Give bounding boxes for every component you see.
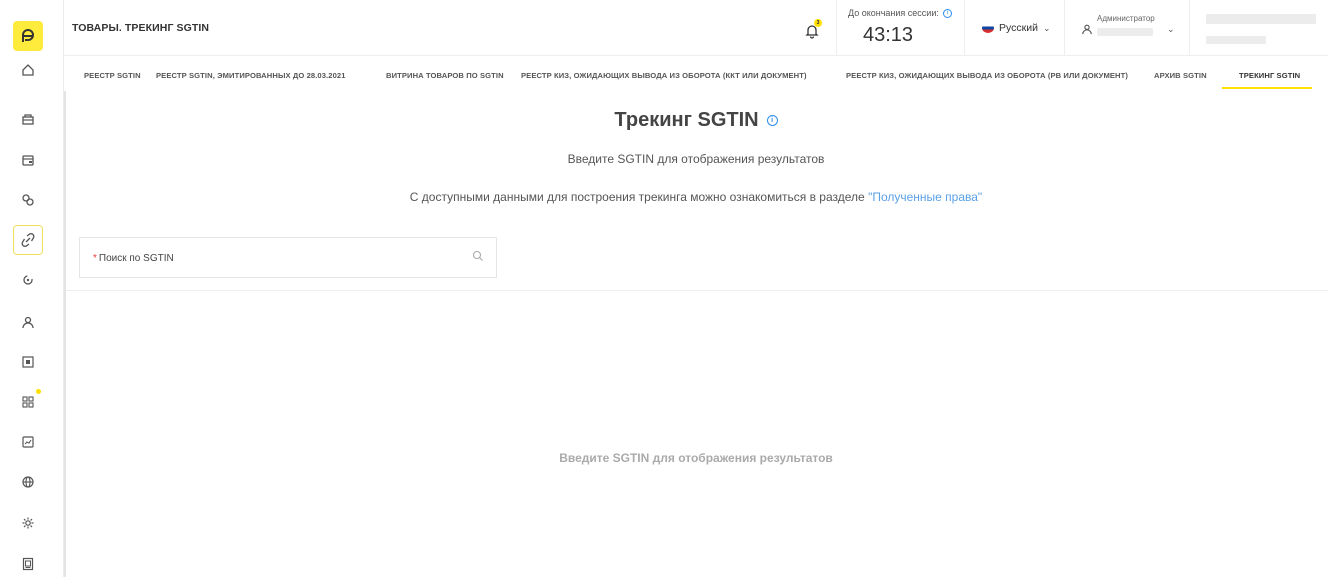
user-icon[interactable]: [13, 307, 43, 337]
required-mark: *: [93, 253, 97, 264]
info-icon[interactable]: i: [766, 115, 778, 126]
scan-icon[interactable]: [13, 265, 43, 295]
page-subtitle: Введите SGTIN для отображения результато…: [567, 152, 825, 166]
header-divider: [836, 0, 837, 56]
organization-id-redacted: [1206, 36, 1266, 44]
rights-info: С доступными данными для построения трек…: [64, 190, 1328, 204]
user-icon: [1082, 24, 1092, 35]
user-name-redacted: [1097, 28, 1153, 36]
notification-dot: [36, 389, 41, 394]
qr-code-icon[interactable]: [13, 347, 43, 377]
user-role: Администратор: [1097, 14, 1155, 23]
globe-icon[interactable]: [13, 467, 43, 497]
tab-sgtin-emitted-before[interactable]: РЕЕСТР SGTIN, ЭМИТИРОВАННЫХ ДО 28.03.202…: [156, 71, 346, 80]
session-timer-text: До окончания сессии:: [848, 8, 939, 18]
wallet-icon[interactable]: [13, 145, 43, 175]
user-menu[interactable]: Администратор ⌄: [1081, 14, 1181, 44]
chevron-down-icon: ⌄: [1167, 24, 1175, 34]
page-title: ТОВАРЫ. ТРЕКИНГ SGTIN: [72, 22, 210, 34]
active-tab-indicator: [1222, 87, 1312, 89]
session-timer-value: 43:13: [863, 24, 914, 46]
search-icon[interactable]: [472, 250, 484, 262]
header-divider: [964, 0, 965, 56]
tab-goods-showcase[interactable]: ВИТРИНА ТОВАРОВ ПО SGTIN: [386, 71, 504, 80]
gear-icon[interactable]: [13, 508, 43, 538]
received-rights-link[interactable]: "Полученные права": [868, 190, 982, 204]
sidebar: [0, 0, 64, 577]
home-icon[interactable]: [13, 55, 43, 85]
organization-name-redacted: [1206, 14, 1316, 24]
sgtin-search-input[interactable]: * Поиск по SGTIN: [79, 237, 497, 278]
box-icon[interactable]: [13, 104, 43, 134]
tab-sgtin-registry[interactable]: РЕЕСТР SGTIN: [84, 71, 141, 80]
language-selector[interactable]: Русский ⌄: [982, 22, 1051, 34]
content-divider: [66, 290, 1328, 291]
language-label: Русский: [999, 22, 1038, 34]
top-header: ТОВАРЫ. ТРЕКИНГ SGTIN 3 До окончания сес…: [64, 0, 1328, 56]
notifications-button[interactable]: 3: [804, 19, 824, 40]
tab-bar: РЕЕСТР SGTIN РЕЕСТР SGTIN, ЭМИТИРОВАННЫХ…: [64, 56, 1328, 91]
page-heading: Трекинг SGTIN i: [64, 109, 1328, 132]
tab-sgtin-archive[interactable]: АРХИВ SGTIN: [1154, 71, 1207, 80]
page-heading-text: Трекинг SGTIN: [614, 109, 759, 131]
header-divider: [1189, 0, 1190, 56]
tab-kiz-awaiting-kkt[interactable]: РЕЕСТР КИЗ, ОЖИДАЮЩИХ ВЫВОДА ИЗ ОБОРОТА …: [521, 71, 807, 80]
pills-icon[interactable]: [13, 185, 43, 215]
chart-icon[interactable]: [13, 427, 43, 457]
info-icon[interactable]: i: [942, 9, 952, 19]
session-timer-label: До окончания сессии: i: [848, 8, 952, 19]
main-content: Трекинг SGTIN i Введите SGTIN для отображ…: [64, 91, 1328, 577]
header-divider: [1064, 0, 1065, 56]
notification-count-badge: 3: [814, 19, 822, 27]
search-placeholder-text: Поиск по SGTIN: [98, 253, 174, 264]
document-icon[interactable]: [13, 549, 43, 577]
rights-info-text: С доступными данными для построения трек…: [409, 190, 865, 204]
empty-state-message: Введите SGTIN для отображения результато…: [559, 451, 833, 465]
russian-flag-icon: [982, 23, 994, 33]
logo-icon: [22, 29, 35, 42]
apps-icon[interactable]: [13, 387, 43, 417]
logo[interactable]: [13, 21, 43, 51]
chevron-down-icon: ⌄: [1042, 22, 1051, 33]
tab-kiz-awaiting-rv[interactable]: РЕЕСТР КИЗ, ОЖИДАЮЩИХ ВЫВОДА ИЗ ОБОРОТА …: [846, 71, 1128, 80]
tab-sgtin-tracking[interactable]: ТРЕКИНГ SGTIN: [1239, 71, 1300, 80]
link-icon[interactable]: [13, 225, 43, 255]
search-placeholder: * Поиск по SGTIN: [93, 253, 174, 264]
